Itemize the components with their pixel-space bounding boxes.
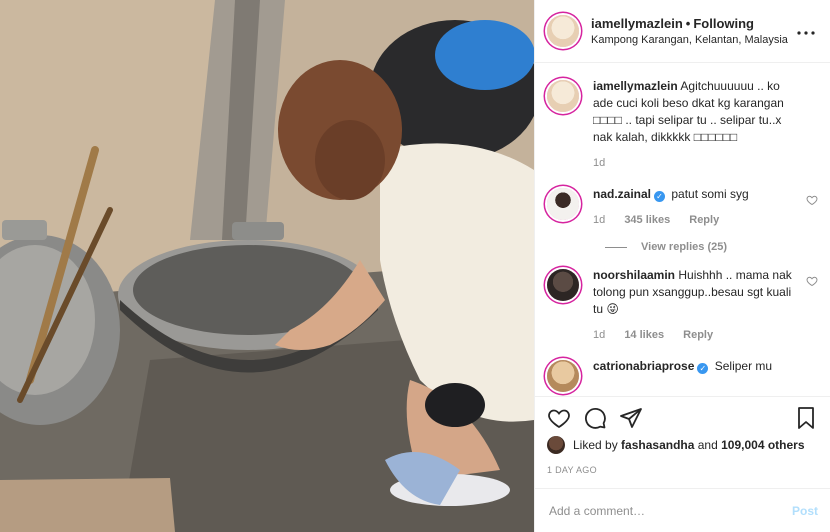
- view-replies-label: View replies (25): [641, 241, 728, 253]
- comment-item: catrionabriaprose ✓ Seliper mu: [547, 358, 818, 392]
- caption-avatar[interactable]: [547, 80, 579, 112]
- caption-time[interactable]: 1d: [593, 157, 605, 169]
- comment-icon[interactable]: [583, 406, 607, 430]
- more-options-icon[interactable]: [794, 22, 818, 40]
- comment-heart-icon[interactable]: [806, 194, 818, 206]
- comment-avatar[interactable]: [547, 360, 579, 392]
- comment-username[interactable]: catrionabriaprose: [593, 359, 694, 373]
- add-comment-input[interactable]: [547, 502, 792, 519]
- caption: iamellymazlein Agitchuuuuuu .. ko ade cu…: [547, 78, 818, 172]
- comments-list[interactable]: iamellymazlein Agitchuuuuuu .. ko ade cu…: [535, 64, 830, 396]
- heart-icon[interactable]: [547, 406, 571, 430]
- reply-button[interactable]: Reply: [689, 214, 719, 226]
- verified-badge-icon: ✓: [654, 191, 666, 202]
- photo-illustration: [0, 0, 534, 532]
- comment-body: nad.zainal ✓ patut somi syg 1d 345 likes …: [593, 186, 818, 229]
- reply-button[interactable]: Reply: [683, 329, 713, 341]
- post-comment-button[interactable]: Post: [792, 504, 818, 518]
- instagram-post-view: iamellymazlein • Following Kampong Karanga…: [0, 0, 830, 532]
- post-sidebar: iamellymazlein • Following Kampong Karanga…: [534, 0, 830, 532]
- comment-heart-icon[interactable]: [806, 275, 818, 287]
- comment-text: Seliper mu: [714, 359, 773, 373]
- view-replies-button[interactable]: View replies (25): [605, 241, 818, 253]
- comment-likes[interactable]: 345 likes: [624, 214, 670, 226]
- post-actions: [535, 396, 830, 438]
- comment-meta: 1d 14 likes Reply: [593, 327, 800, 344]
- comment-body: noorshilaamin Huishhh .. mama nak tolong…: [593, 267, 818, 344]
- author-line: iamellymazlein • Following: [591, 16, 794, 31]
- replies-divider: [605, 246, 627, 248]
- comment-likes[interactable]: 14 likes: [624, 329, 664, 341]
- caption-meta: 1d: [593, 155, 800, 172]
- comment-time[interactable]: 1d: [593, 214, 605, 226]
- comment-username[interactable]: noorshilaamin: [593, 268, 675, 282]
- post-header: iamellymazlein • Following Kampong Karanga…: [535, 0, 830, 63]
- liker-username[interactable]: fashasandha: [621, 438, 694, 452]
- comment-username[interactable]: nad.zainal: [593, 187, 651, 201]
- likes-prefix: Liked by: [573, 438, 618, 452]
- comment-item: noorshilaamin Huishhh .. mama nak tolong…: [547, 267, 818, 344]
- add-comment-bar: Post: [535, 488, 830, 532]
- liker-avatar[interactable]: [547, 436, 565, 454]
- separator: •: [685, 16, 691, 31]
- likes-summary: Liked by fashasandha and 109,004 others: [547, 436, 818, 454]
- comment-item: nad.zainal ✓ patut somi syg 1d 345 likes …: [547, 186, 818, 229]
- likes-connector: and: [697, 438, 718, 452]
- post-timestamp[interactable]: 1 DAY AGO: [547, 465, 597, 475]
- comment-meta: 1d 345 likes Reply: [593, 212, 800, 229]
- author-username[interactable]: iamellymazlein: [591, 16, 683, 31]
- author-avatar[interactable]: [547, 15, 579, 47]
- comment-body: catrionabriaprose ✓ Seliper mu: [593, 358, 818, 375]
- comment-avatar[interactable]: [547, 188, 579, 220]
- post-location[interactable]: Kampong Karangan, Kelantan, Malaysia: [591, 34, 794, 46]
- comment-time[interactable]: 1d: [593, 329, 605, 341]
- caption-body: iamellymazlein Agitchuuuuuu .. ko ade cu…: [593, 78, 818, 172]
- bookmark-icon[interactable]: [794, 406, 818, 430]
- follow-status-button[interactable]: Following: [693, 16, 754, 31]
- verified-badge-icon: ✓: [697, 363, 709, 374]
- likes-count[interactable]: 109,004 others: [721, 438, 804, 452]
- caption-username[interactable]: iamellymazlein: [593, 79, 678, 93]
- post-photo[interactable]: [0, 0, 534, 532]
- author-info: iamellymazlein • Following Kampong Karanga…: [591, 16, 794, 46]
- comment-text: patut somi syg: [671, 187, 749, 201]
- comment-avatar[interactable]: [547, 269, 579, 301]
- share-icon[interactable]: [619, 406, 643, 430]
